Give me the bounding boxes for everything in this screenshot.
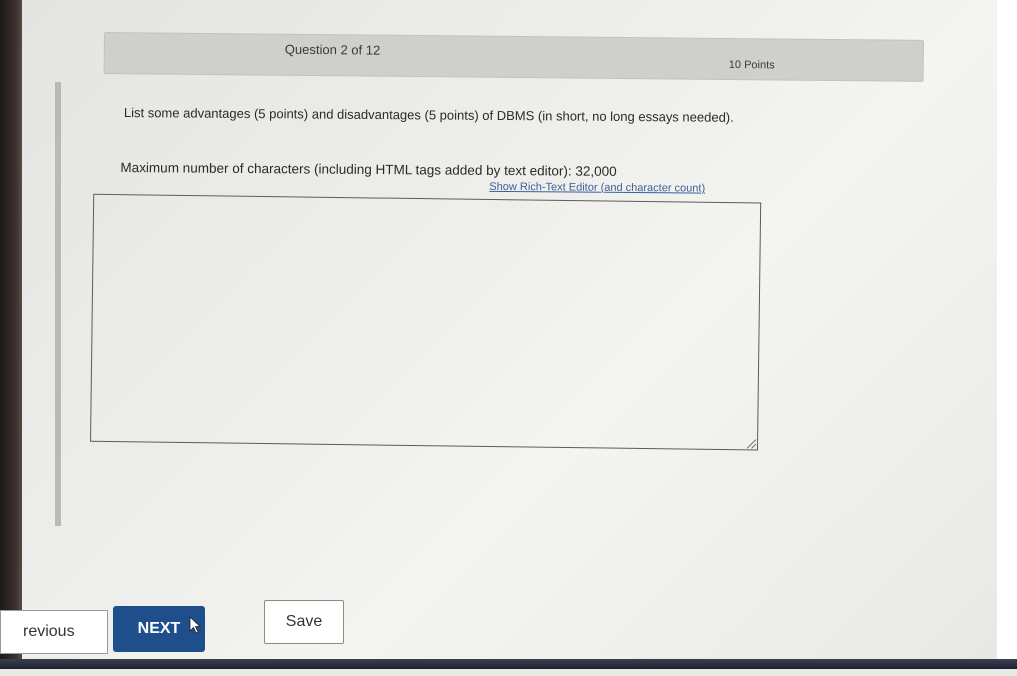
next-button-label: NEXT bbox=[137, 620, 181, 637]
save-button[interactable]: Save bbox=[264, 600, 344, 644]
answer-textarea[interactable] bbox=[90, 193, 762, 451]
cursor-arrow-icon bbox=[189, 616, 202, 634]
previous-button[interactable]: revious bbox=[0, 610, 108, 654]
question-content: List some advantages (5 points) and disa… bbox=[0, 0, 1017, 676]
previous-button-label: revious bbox=[23, 623, 75, 640]
max-characters-note: Maximum number of characters (including … bbox=[120, 160, 617, 179]
next-button[interactable]: NEXT bbox=[113, 606, 205, 652]
resize-grip-icon[interactable] bbox=[746, 439, 757, 449]
save-button-label: Save bbox=[285, 613, 323, 630]
question-text: List some advantages (5 points) and disa… bbox=[123, 105, 734, 125]
show-rich-text-editor-link[interactable]: Show Rich-Text Editor (and character cou… bbox=[489, 181, 705, 195]
